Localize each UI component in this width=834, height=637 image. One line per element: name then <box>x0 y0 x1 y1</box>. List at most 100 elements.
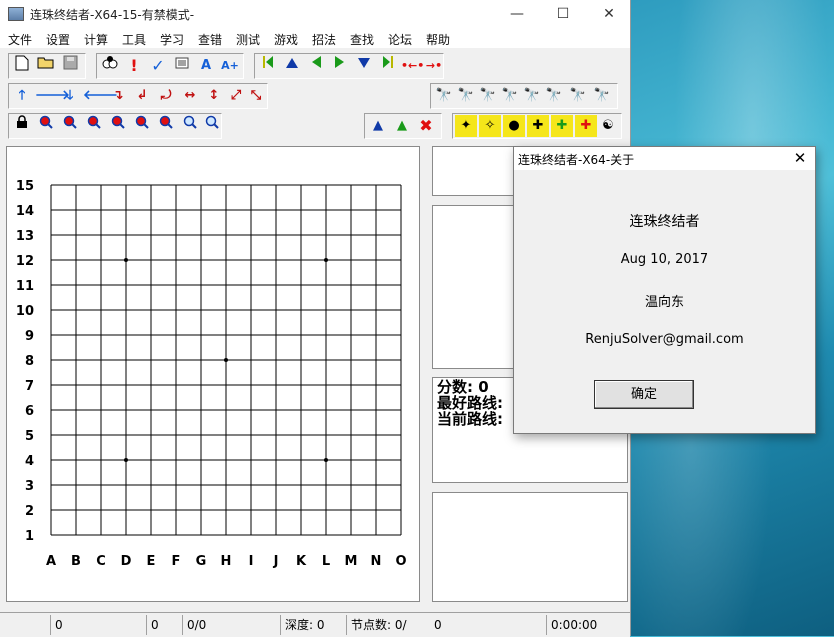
delete-icon[interactable]: ✖ <box>415 115 437 137</box>
row-label: 4 <box>25 454 34 469</box>
board-icon[interactable] <box>171 55 193 77</box>
binoculars-icon[interactable]: 🔭 <box>433 85 455 107</box>
status-depth: 深度: 0 <box>280 615 346 635</box>
lock-icon[interactable] <box>11 115 33 137</box>
edit-tools: ! ✓ A A+ <box>96 53 244 79</box>
star-point <box>124 258 128 262</box>
mark-icon[interactable]: ● <box>503 115 525 137</box>
binoculars-icon[interactable]: 🔭 <box>543 85 565 107</box>
arrow-right-icon[interactable]: 🡒 <box>35 85 70 107</box>
check-icon[interactable]: ✓ <box>147 55 169 77</box>
menu-bar: 文件 设置 计算 工具 学习 查错 测试 游戏 招法 查找 论坛 帮助 <box>0 28 630 48</box>
dialog-close-button[interactable]: ✕ <box>785 147 815 170</box>
menu-moves[interactable]: 招法 <box>312 31 336 48</box>
zoom-icon[interactable] <box>107 115 129 137</box>
minimize-button[interactable]: — <box>494 0 540 28</box>
zoom-icon[interactable] <box>179 115 201 137</box>
up-triangle-icon[interactable] <box>281 55 303 77</box>
dialog-email: RenjuSolver@gmail.com <box>585 332 744 347</box>
back-icon[interactable] <box>305 55 327 77</box>
menu-tools[interactable]: 工具 <box>122 31 146 48</box>
jump-forward-icon[interactable]: →• <box>423 55 445 77</box>
jump-back-icon[interactable]: •←• <box>401 55 424 77</box>
arrow-left-icon[interactable]: 🡐 <box>83 85 118 107</box>
yin-yang-icon[interactable]: ☯ <box>597 115 619 137</box>
column-label: K <box>296 554 307 569</box>
new-file-icon[interactable] <box>11 55 33 77</box>
app-icon <box>8 7 24 21</box>
binoculars-icon[interactable]: 🔭 <box>521 85 543 107</box>
score-line: 分数: 0 <box>437 378 489 396</box>
first-move-icon[interactable] <box>257 55 279 77</box>
open-folder-icon[interactable] <box>35 55 57 77</box>
mark-icon[interactable]: ✚ <box>527 115 549 137</box>
down-triangle-icon[interactable] <box>353 55 375 77</box>
menu-file[interactable]: 文件 <box>8 31 32 48</box>
mark-icon[interactable]: ✚ <box>551 115 573 137</box>
menu-check[interactable]: 查错 <box>198 31 222 48</box>
menu-help[interactable]: 帮助 <box>426 31 450 48</box>
menu-learn[interactable]: 学习 <box>160 31 184 48</box>
arrow-down-icon[interactable]: 🡓 <box>59 85 81 107</box>
diagonal-flip-icon[interactable]: ⤢ <box>225 85 247 107</box>
column-label: M <box>345 554 358 569</box>
exclamation-icon[interactable]: ! <box>123 55 145 77</box>
menu-forum[interactable]: 论坛 <box>388 31 412 48</box>
mark-tools: ✦ ✧ ● ✚ ✚ ✚ ☯ <box>452 113 622 139</box>
menu-game[interactable]: 游戏 <box>274 31 298 48</box>
font-a-plus-icon[interactable]: A+ <box>219 55 241 77</box>
turn-left-down-icon[interactable]: ↲ <box>131 85 153 107</box>
star-point <box>324 458 328 462</box>
stones-icon[interactable] <box>99 55 121 77</box>
binoculars-icon[interactable]: 🔭 <box>455 85 477 107</box>
column-label: L <box>322 554 330 569</box>
anti-diagonal-flip-icon[interactable]: ⤡ <box>245 85 267 107</box>
column-label: F <box>172 554 181 569</box>
ok-button[interactable]: 确定 <box>594 380 694 409</box>
menu-compute[interactable]: 计算 <box>84 31 108 48</box>
maximize-button[interactable]: ☐ <box>540 0 586 28</box>
tree-icon[interactable]: ▲ <box>367 115 389 137</box>
gomoku-board[interactable]: 15 14 13 12 11 10 9 8 7 6 5 4 3 2 1A B C D E F G H I J K L M N O <box>7 147 419 601</box>
horizontal-flip-icon[interactable]: ↔ <box>179 85 201 107</box>
arrow-up-icon[interactable]: 🡑 <box>11 85 33 107</box>
best-line-label: 最好路线: <box>437 394 503 412</box>
mark-icon[interactable]: ✧ <box>479 115 501 137</box>
vertical-flip-icon[interactable]: ↕ <box>203 85 225 107</box>
status-cell-1: 0 <box>50 615 146 635</box>
menu-test[interactable]: 测试 <box>236 31 260 48</box>
toolbar-row-2: 🡑 🡒 🡓 🡐 ↴ ↲ ⤾ ↔ ↕ ⤢ ⤡ 🔭 🔭 🔭 🔭 🔭 🔭 🔭 🔭 <box>0 81 630 109</box>
u-turn-icon[interactable]: ⤾ <box>155 85 177 107</box>
save-icon[interactable] <box>59 55 81 77</box>
mark-icon[interactable]: ✚ <box>575 115 597 137</box>
zoom-icon[interactable] <box>131 115 153 137</box>
binoculars-icon[interactable]: 🔭 <box>477 85 499 107</box>
row-label: 15 <box>16 179 34 194</box>
font-a-icon[interactable]: A <box>195 55 217 77</box>
zoom-icon[interactable] <box>35 115 57 137</box>
navigation-tools: •←• →• <box>254 53 444 79</box>
column-label: I <box>249 554 254 569</box>
menu-settings[interactable]: 设置 <box>46 31 70 48</box>
zoom-out-icon[interactable] <box>201 115 223 137</box>
last-move-icon[interactable] <box>377 55 399 77</box>
dialog-title: 连珠终结者-X64-关于 <box>518 153 635 167</box>
row-label: 13 <box>16 229 34 244</box>
forward-icon[interactable] <box>329 55 351 77</box>
column-label: A <box>46 554 56 569</box>
column-label: H <box>221 554 232 569</box>
row-label: 3 <box>25 479 34 494</box>
binoculars-icon[interactable]: 🔭 <box>591 85 613 107</box>
zoom-icon[interactable] <box>59 115 81 137</box>
column-label: N <box>371 554 382 569</box>
binoculars-icon[interactable]: 🔭 <box>499 85 521 107</box>
close-button[interactable]: ✕ <box>586 0 632 28</box>
menu-find[interactable]: 查找 <box>350 31 374 48</box>
dialog-date: Aug 10, 2017 <box>620 252 709 267</box>
tree-icon[interactable]: ▲ <box>391 115 413 137</box>
turn-right-down-icon[interactable]: ↴ <box>107 85 129 107</box>
mark-icon[interactable]: ✦ <box>455 115 477 137</box>
zoom-icon[interactable] <box>83 115 105 137</box>
zoom-icon[interactable] <box>155 115 177 137</box>
binoculars-icon[interactable]: 🔭 <box>567 85 589 107</box>
